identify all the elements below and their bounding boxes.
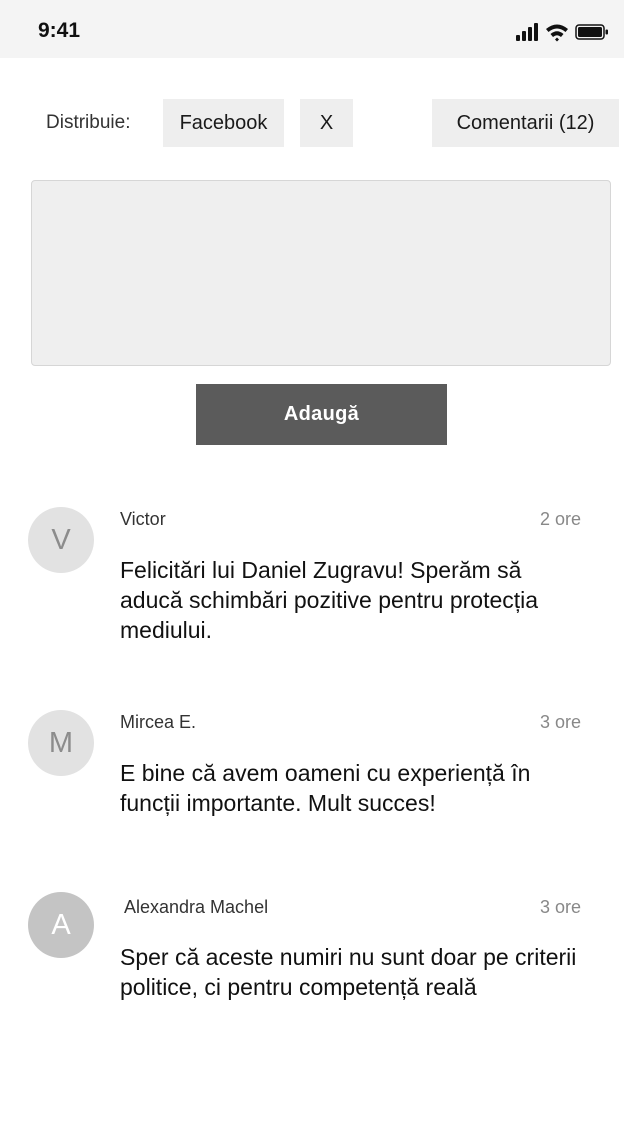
- add-comment-button[interactable]: Adaugă: [196, 384, 447, 445]
- comment-textarea[interactable]: [31, 180, 611, 366]
- comments-count-button[interactable]: Comentarii (12): [432, 99, 619, 147]
- share-facebook-button[interactable]: Facebook: [163, 99, 284, 147]
- avatar: V: [28, 507, 94, 573]
- signal-icon: [516, 23, 538, 41]
- comment-author: Mircea E.: [120, 712, 197, 732]
- status-time: 9:41: [38, 19, 81, 42]
- status-bar: 9:41: [0, 0, 624, 58]
- comment-author: Alexandra Machel: [124, 897, 269, 917]
- status-icons: [516, 22, 610, 42]
- comment-item: M Mircea E. 3 ore E bine că avem oameni …: [0, 703, 624, 833]
- comment-item: V Victor 2 ore Felicitări lui Daniel Zug…: [0, 500, 624, 660]
- comment-time: 3 ore: [539, 897, 581, 917]
- comment-text: Sper că aceste numiri nu sunt doar pe cr…: [120, 944, 577, 1000]
- comment-time: 2 ore: [539, 509, 581, 529]
- comment-text: Felicitări lui Daniel Zugravu! Sperăm să…: [120, 557, 539, 643]
- share-label: Distribuie:: [46, 112, 131, 133]
- avatar: A: [28, 892, 94, 958]
- comments-screen: 9:41 Distribuie: Facebook X Comentarii (…: [0, 0, 624, 1130]
- share-x-button[interactable]: X: [300, 99, 353, 147]
- comment-item: A Alexandra Machel 3 ore Sper că aceste …: [0, 888, 624, 1048]
- comment-time: 3 ore: [539, 712, 581, 732]
- comment-text: E bine că avem oameni cu experiență în f…: [120, 760, 531, 816]
- avatar: M: [28, 710, 94, 776]
- battery-icon: [575, 24, 608, 40]
- comment-author: Victor: [120, 509, 166, 529]
- wifi-icon: [546, 24, 568, 42]
